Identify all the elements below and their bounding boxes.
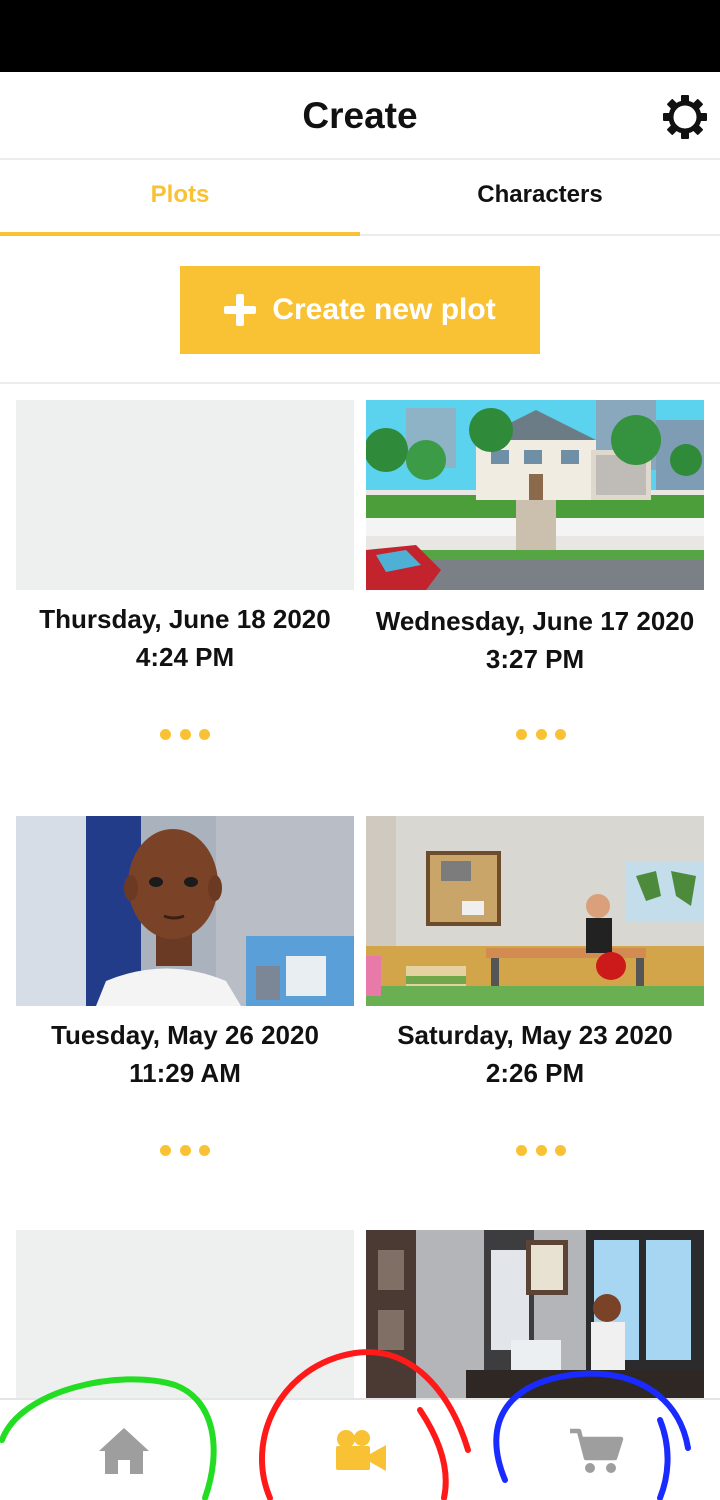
gear-icon bbox=[663, 95, 707, 139]
plot-datetime: Thursday, June 18 2020 4:24 PM bbox=[6, 600, 364, 676]
home-icon bbox=[99, 1428, 149, 1474]
plot-thumbnail-classroom[interactable] bbox=[366, 816, 704, 1006]
plot-date: Saturday, May 23 2020 bbox=[397, 1020, 673, 1050]
plot-card bbox=[366, 1230, 704, 1398]
plot-card: Tuesday, May 26 2020 11:29 AM bbox=[16, 816, 354, 1176]
plot-datetime: Tuesday, May 26 2020 11:29 AM bbox=[6, 1016, 364, 1092]
plot-thumbnail-office-desk[interactable] bbox=[366, 1230, 704, 1398]
plot-card bbox=[16, 1230, 354, 1398]
nav-create[interactable] bbox=[240, 1400, 480, 1500]
tab-plots[interactable]: Plots bbox=[0, 160, 360, 236]
plot-thumbnail-house-street[interactable] bbox=[366, 400, 704, 590]
plot-time: 4:24 PM bbox=[135, 642, 235, 672]
nav-home[interactable] bbox=[4, 1400, 244, 1500]
plot-time: 3:27 PM bbox=[485, 644, 585, 674]
create-new-plot-label: Create new plot bbox=[272, 293, 496, 326]
more-options-button[interactable] bbox=[160, 722, 210, 746]
tab-characters[interactable]: Characters bbox=[360, 160, 720, 236]
plot-time: 11:29 AM bbox=[129, 1058, 241, 1088]
create-new-plot-button[interactable]: Create new plot bbox=[180, 266, 540, 354]
plot-thumbnail-blank[interactable] bbox=[16, 400, 354, 590]
status-bar bbox=[0, 0, 720, 72]
plot-thumbnail-man-office[interactable] bbox=[16, 816, 354, 1006]
plot-date: Thursday, June 18 2020 bbox=[39, 604, 331, 634]
plot-thumbnail-blank[interactable] bbox=[16, 1230, 354, 1398]
plus-icon bbox=[224, 294, 257, 326]
more-options-button[interactable] bbox=[160, 1138, 210, 1162]
more-options-button[interactable] bbox=[516, 1138, 566, 1162]
shopping-cart-icon bbox=[570, 1428, 624, 1473]
create-area: Create new plot bbox=[0, 236, 720, 384]
plot-datetime: Wednesday, June 17 2020 3:27 PM bbox=[356, 602, 714, 678]
plot-card: Thursday, June 18 2020 4:24 PM bbox=[16, 400, 354, 760]
more-options-button[interactable] bbox=[516, 722, 566, 746]
tab-bar: Plots Characters bbox=[0, 160, 720, 236]
page-title: Create bbox=[302, 95, 418, 136]
plot-date: Tuesday, May 26 2020 bbox=[51, 1020, 319, 1050]
plot-date: Wednesday, June 17 2020 bbox=[375, 606, 695, 636]
settings-button[interactable] bbox=[660, 92, 710, 142]
plot-card: Saturday, May 23 2020 2:26 PM bbox=[366, 816, 704, 1176]
bottom-nav bbox=[0, 1398, 720, 1500]
app-header: Create bbox=[0, 72, 720, 160]
plot-card: Wednesday, June 17 2020 3:27 PM bbox=[366, 400, 704, 760]
video-camera-icon bbox=[336, 1430, 386, 1471]
plot-time: 2:26 PM bbox=[485, 1058, 585, 1088]
plot-datetime: Saturday, May 23 2020 2:26 PM bbox=[356, 1016, 714, 1092]
nav-store[interactable] bbox=[476, 1400, 716, 1500]
